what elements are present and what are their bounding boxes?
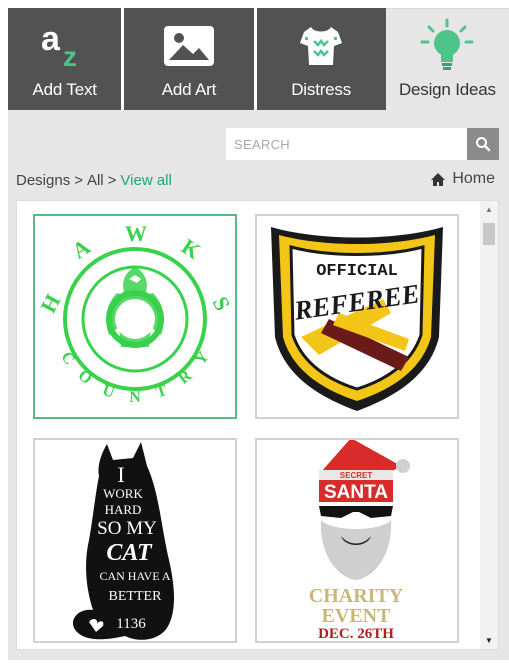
hawks-letter: S xyxy=(208,292,233,315)
search-button[interactable] xyxy=(467,128,499,160)
hawks-letter: H xyxy=(37,290,65,317)
tab-add-art-label: Add Art xyxy=(161,80,217,99)
breadcrumb: Designs > All > View all xyxy=(16,172,172,189)
design-card-hawks[interactable]: H A W K S C O U N T R Y xyxy=(33,214,237,419)
search-icon xyxy=(476,137,491,152)
svg-text:z: z xyxy=(63,41,77,72)
design-card-santa[interactable]: SECRET SANTA CHARITY EVENT DEC. 26TH xyxy=(255,438,459,643)
search-input[interactable] xyxy=(226,128,467,160)
shirt-icon xyxy=(296,18,346,74)
breadcrumb-root[interactable]: Designs xyxy=(16,172,70,189)
breadcrumb-separator: > xyxy=(74,172,83,189)
country-letter: O xyxy=(75,366,95,387)
cat-design: I WORK HARD SO MY CAT CAN HAVE A BETTER … xyxy=(72,441,174,640)
scrollbar-thumb[interactable] xyxy=(483,223,495,245)
country-letter: R xyxy=(175,366,195,387)
design-gallery: H A W K S C O U N T R Y OFFICIAL REFEREE… xyxy=(16,200,499,650)
lightbulb-icon xyxy=(419,18,475,74)
image-icon xyxy=(161,18,217,74)
tab-distress[interactable]: Distress xyxy=(256,8,386,110)
country-letter: N xyxy=(129,389,141,406)
santa-line3: DEC. 26TH xyxy=(318,626,394,642)
cat-text-line: CAT xyxy=(106,540,153,566)
cat-text-line: CAN HAVE A xyxy=(99,569,170,583)
home-link[interactable]: Home xyxy=(430,170,495,188)
hawks-country-design: H A W K S C O U N T R Y xyxy=(37,221,233,406)
santa-word: SANTA xyxy=(324,482,388,503)
svg-text:a: a xyxy=(41,20,61,58)
cat-text-line: HARD xyxy=(105,502,142,517)
santa-secret: SECRET xyxy=(340,471,373,480)
santa-line1: CHARITY xyxy=(309,585,404,607)
country-letter: T xyxy=(154,381,170,401)
scroll-up-arrow-icon[interactable]: ▲ xyxy=(480,205,498,214)
tab-add-art[interactable]: Add Art xyxy=(124,8,254,110)
hawks-letter: W xyxy=(125,221,147,246)
tab-add-text[interactable]: a z Add Text xyxy=(8,8,122,110)
tool-tabs: a z Add Text Add Art Distress Design Ide… xyxy=(8,8,509,110)
cat-text-line: BETTER xyxy=(109,589,163,604)
tab-distress-label: Distress xyxy=(291,80,352,99)
breadcrumb-separator: > xyxy=(107,172,117,189)
gallery-scrollbar[interactable]: ▲ ▼ xyxy=(480,201,498,649)
search-bar xyxy=(226,128,499,160)
tab-design-ideas-label: Design Ideas xyxy=(398,80,496,99)
hawks-letter: A xyxy=(67,233,94,263)
cat-text-line: I xyxy=(117,462,124,487)
cat-text-line: 1136 xyxy=(116,616,146,632)
scroll-down-arrow-icon[interactable]: ▼ xyxy=(480,636,498,645)
cat-text-line: SO MY xyxy=(97,518,157,539)
design-ideas-panel: Designs > All > View all Home H A W xyxy=(8,110,509,660)
design-card-cat[interactable]: I WORK HARD SO MY CAT CAN HAVE A BETTER … xyxy=(33,438,237,643)
secret-santa-design: SECRET SANTA CHARITY EVENT DEC. 26TH xyxy=(309,440,410,642)
referee-line1: OFFICIAL xyxy=(316,262,398,281)
country-letter: U xyxy=(100,381,117,401)
text-az-icon: a z xyxy=(35,18,95,74)
design-card-referee[interactable]: OFFICIAL REFEREE xyxy=(255,214,459,419)
hawks-letter: K xyxy=(177,233,205,263)
cat-text-line: WORK xyxy=(103,486,143,501)
official-referee-design: OFFICIAL REFEREE xyxy=(271,226,443,411)
view-all-link[interactable]: View all xyxy=(120,172,171,189)
santa-line2: EVENT xyxy=(322,605,392,627)
tab-design-ideas[interactable]: Design Ideas xyxy=(385,8,509,110)
tab-add-text-label: Add Text xyxy=(32,80,97,99)
breadcrumb-current[interactable]: All xyxy=(87,172,104,189)
home-icon xyxy=(431,172,446,186)
home-label: Home xyxy=(452,170,495,187)
